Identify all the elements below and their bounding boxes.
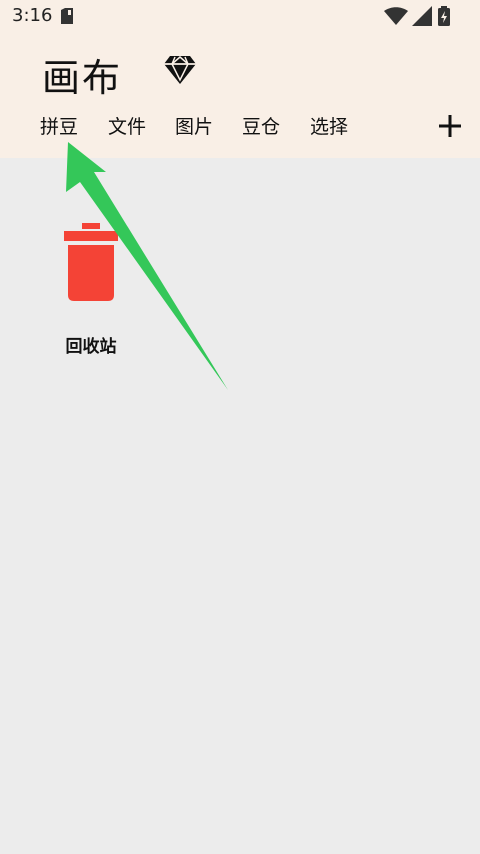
recycle-bin-tile[interactable]: 回收站 [48,215,134,360]
trash-icon [64,223,118,301]
tab-pindou[interactable]: 拼豆 [40,112,78,139]
screen: 3:16 画布 拼豆 文件 图片 豆仓 选择 回收站 [0,0,480,854]
recycle-bin-label: 回收站 [65,337,117,357]
tab-bar: 拼豆 文件 图片 豆仓 选择 [0,112,480,142]
tab-bead-storage[interactable]: 豆仓 [242,112,280,139]
sd-card-icon [61,8,73,24]
tab-select[interactable]: 选择 [310,112,348,139]
plus-icon[interactable] [438,114,462,138]
status-time: 3:16 [12,5,53,26]
page-title: 画布 [42,56,123,100]
tab-images[interactable]: 图片 [175,112,213,139]
battery-icon [438,6,450,26]
diamond-icon[interactable] [164,56,196,84]
cellular-signal-icon [412,6,432,26]
wifi-icon [384,7,408,25]
status-icons [384,6,470,26]
tab-files[interactable]: 文件 [108,112,146,139]
status-bar: 3:16 [0,0,480,32]
